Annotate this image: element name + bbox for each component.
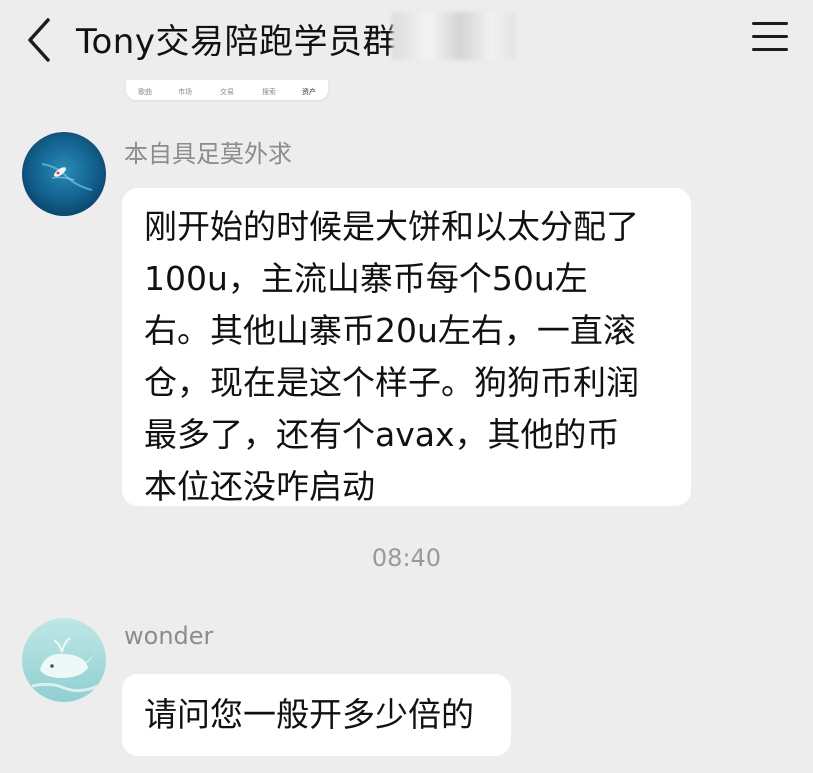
message-line: 最多了，还有个avax，其他的币: [144, 415, 620, 454]
chevron-left-icon: [28, 18, 50, 62]
message-line: 刚开始的时候是大饼和以太分配了: [144, 207, 639, 246]
shared-image-preview[interactable]: 歌曲 市场 交易 搜索 资产: [126, 80, 328, 100]
chat-screen: Tony交易陪跑学员群 歌曲 市场 交易 搜索 资产 本自具足莫外求 刚开始的时…: [0, 0, 813, 773]
message-line: 请问您一般开多少倍的: [144, 695, 474, 734]
message-timestamp: 08:40: [371, 544, 442, 572]
image-tab-label: 交易: [220, 88, 234, 96]
message-bubble[interactable]: 刚开始的时候是大饼和以太分配了 100u，主流山寨币每个50u左 右。其他山寨币…: [122, 188, 691, 506]
sender-name: wonder: [124, 622, 214, 650]
image-tab-label: 资产: [302, 88, 316, 96]
avatar[interactable]: [22, 132, 106, 216]
sender-name: 本自具足莫外求: [124, 140, 292, 168]
message-line: 本位还没咋启动: [144, 467, 375, 506]
chat-header: Tony交易陪跑学员群: [0, 0, 813, 88]
hamburger-menu-icon-bar: [752, 48, 788, 51]
image-tab-label: 市场: [178, 88, 192, 96]
whale-avatar-icon: [22, 618, 106, 702]
message-line: 仓，现在是这个样子。狗狗币利润: [144, 363, 639, 402]
hamburger-menu-icon: [752, 22, 788, 25]
avatar[interactable]: [22, 618, 106, 702]
hamburger-menu-icon-bar: [752, 35, 788, 38]
more-menu-button[interactable]: [750, 18, 790, 54]
image-tab-label: 搜索: [262, 88, 276, 96]
message-bubble[interactable]: 请问您一般开多少倍的: [122, 674, 511, 756]
message-line: 右。其他山寨币20u左右，一直滚: [144, 311, 636, 350]
back-button[interactable]: [18, 10, 62, 66]
image-tab-label: 歌曲: [138, 88, 152, 96]
ocean-boat-avatar-icon: [22, 132, 106, 216]
message-line: 100u，主流山寨币每个50u左: [144, 259, 588, 298]
redacted-title-area: [392, 12, 516, 60]
chat-title: Tony交易陪跑学员群: [76, 22, 397, 62]
